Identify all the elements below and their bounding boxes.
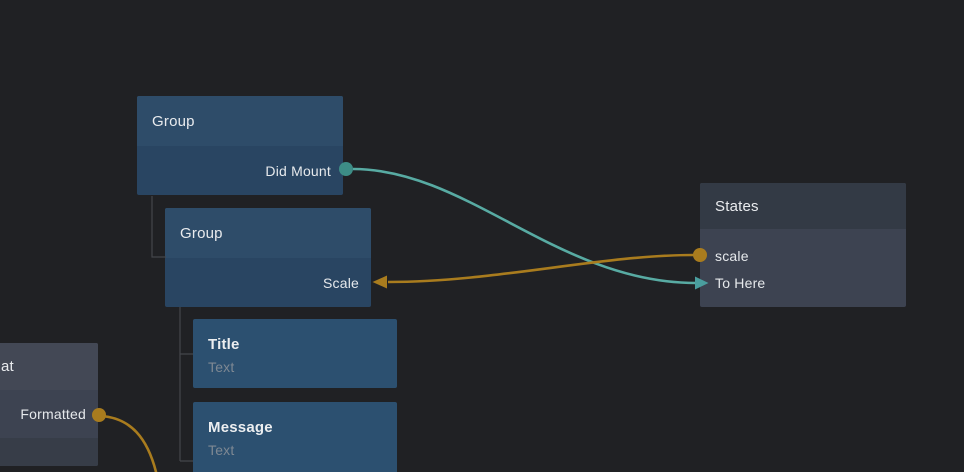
node-title: Title bbox=[208, 335, 382, 355]
port-label: scale bbox=[715, 248, 749, 264]
node-title: Group bbox=[152, 113, 195, 130]
tree-connector-group1-group2 bbox=[152, 196, 166, 257]
port-label: Formatted bbox=[20, 406, 86, 422]
node-footer bbox=[0, 438, 98, 466]
port-row-did-mount[interactable]: Did Mount bbox=[137, 146, 343, 195]
port-row-scale[interactable]: Scale bbox=[165, 258, 371, 307]
node-title: Group bbox=[180, 225, 223, 242]
node-group-scale[interactable]: Group Scale bbox=[165, 208, 371, 307]
node-graph-canvas[interactable]: Group Did Mount Group Scale States scale… bbox=[0, 0, 964, 472]
node-title-partial: at bbox=[1, 358, 14, 375]
port-label: Did Mount bbox=[265, 163, 331, 179]
node-title: States bbox=[715, 198, 759, 215]
node-message-text[interactable]: Message Text bbox=[193, 402, 397, 472]
tree-connector-group2-children bbox=[180, 307, 193, 461]
node-header[interactable]: States bbox=[700, 183, 906, 229]
node-title-text[interactable]: Title Text bbox=[193, 319, 397, 388]
node-header[interactable]: at bbox=[0, 343, 98, 390]
port-row-formatted[interactable]: Formatted bbox=[0, 390, 98, 438]
node-header[interactable]: Group bbox=[137, 96, 343, 146]
node-title: Message bbox=[208, 418, 382, 438]
port-label: To Here bbox=[715, 275, 765, 291]
node-format-clipped[interactable]: at Formatted bbox=[0, 343, 98, 466]
arrow-input-scale[interactable] bbox=[373, 276, 388, 289]
node-subtitle: Text bbox=[208, 358, 382, 377]
port-label: Scale bbox=[323, 275, 359, 291]
connection-curve-formatted[interactable] bbox=[101, 416, 157, 472]
node-subtitle: Text bbox=[208, 441, 382, 460]
node-group-didmount[interactable]: Group Did Mount bbox=[137, 96, 343, 195]
port-row-to-here[interactable]: To Here bbox=[700, 269, 906, 296]
node-states[interactable]: States scale To Here bbox=[700, 183, 906, 307]
connection-curve-didmount-tohere[interactable] bbox=[353, 169, 696, 283]
node-header[interactable]: Group bbox=[165, 208, 371, 258]
connection-curve-scale[interactable] bbox=[388, 255, 694, 282]
port-row-scale-output[interactable]: scale bbox=[700, 242, 906, 269]
